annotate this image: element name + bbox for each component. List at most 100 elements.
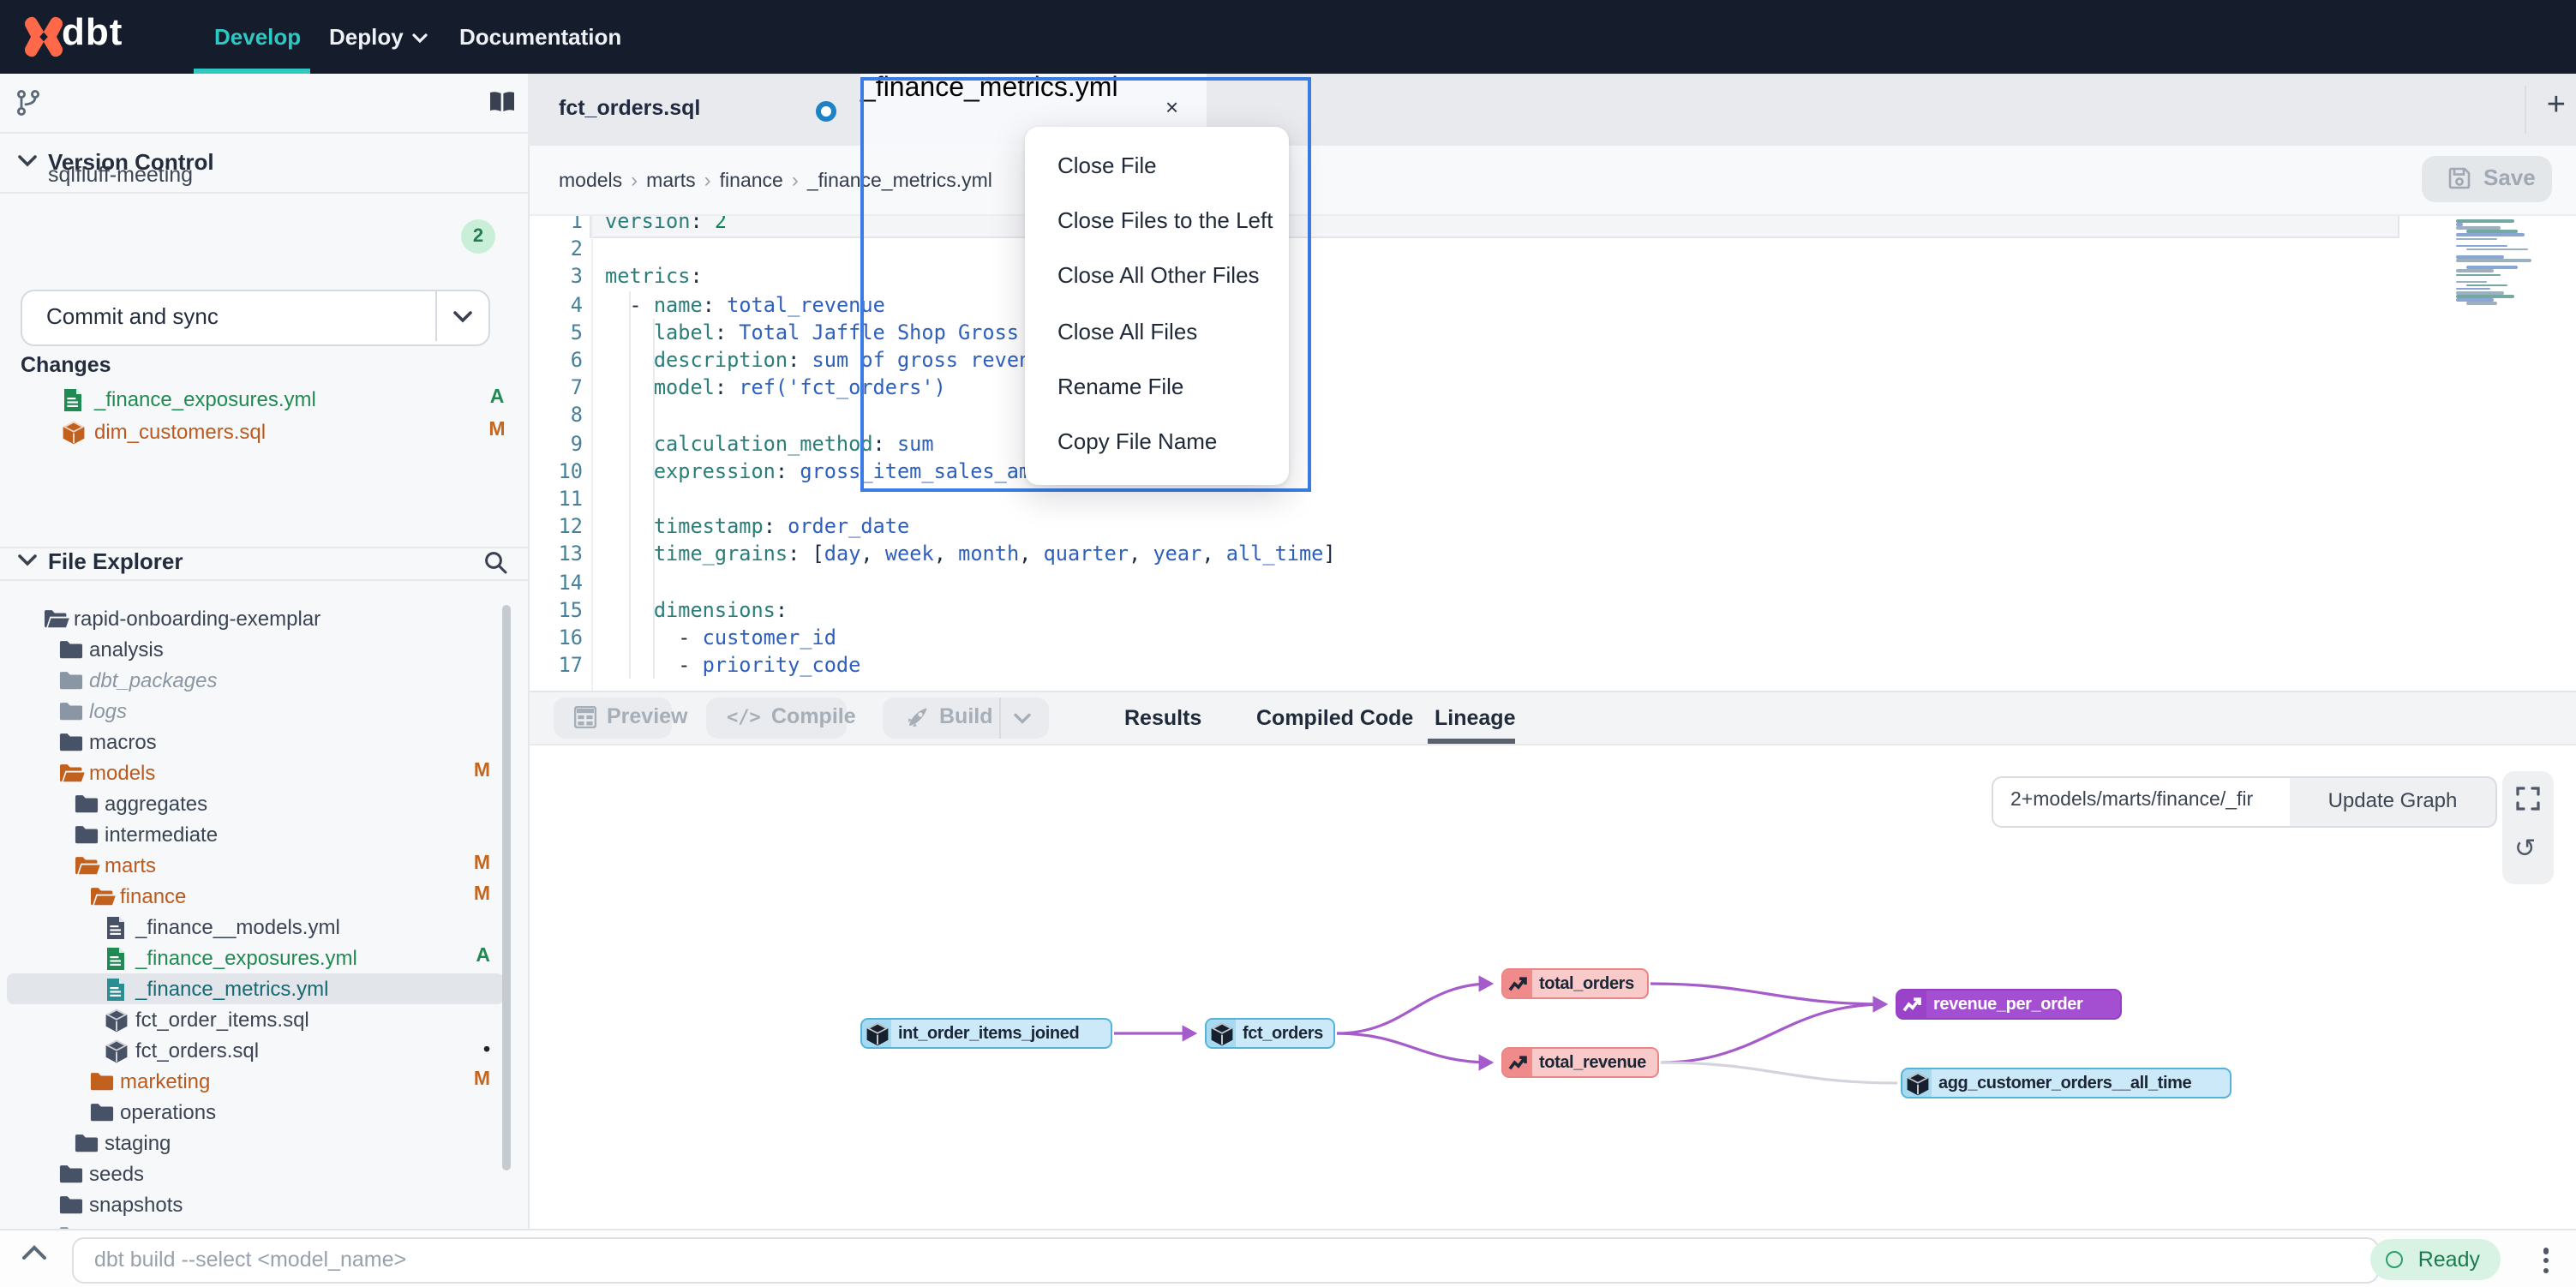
code-line-8[interactable]: 8 xyxy=(528,402,2576,429)
status-badge: Ready xyxy=(2370,1239,2501,1280)
menu-item-close-all-other-files[interactable]: Close All Other Files xyxy=(1025,249,1289,304)
tree-item-staging[interactable]: staging xyxy=(7,1128,504,1158)
code-line-14[interactable]: 14 xyxy=(528,568,2576,596)
code-line-17[interactable]: 17 - priority_code xyxy=(528,651,2576,679)
reset-view-icon[interactable]: ↺ xyxy=(2514,833,2536,864)
preview-button[interactable]: Preview xyxy=(554,697,672,739)
code-line-7[interactable]: 7 model: ref('fct_orders') xyxy=(528,374,2576,401)
breadcrumb-item[interactable]: finance xyxy=(720,171,783,192)
menu-item-close-files-to-the-left[interactable]: Close Files to the Left xyxy=(1025,194,1289,248)
tree-item-snapshots[interactable]: snapshots xyxy=(7,1189,504,1220)
code-line-1[interactable]: 1version: 2 xyxy=(528,214,2576,235)
line-number: 9 xyxy=(528,429,583,457)
tree-item-fct-orders-sql[interactable]: fct_orders.sql • xyxy=(7,1035,504,1066)
cube-icon xyxy=(105,1039,129,1064)
tree-item-fct-order-items-sql[interactable]: fct_order_items.sql xyxy=(7,1004,504,1035)
docs-book-icon[interactable] xyxy=(488,91,516,113)
search-icon[interactable] xyxy=(483,550,507,574)
tree-item--finance-metrics-yml[interactable]: _finance_metrics.yml xyxy=(7,973,504,1004)
preview-label: Preview xyxy=(607,704,688,728)
code-line-5[interactable]: 5 label: Total Jaffle Shop Gross Revenue xyxy=(528,319,2576,346)
tab-lineage[interactable]: Lineage xyxy=(1435,692,1516,744)
code-line-6[interactable]: 6 description: sum of gross revenue xyxy=(528,346,2576,374)
tree-item-rapid-onboarding-exemplar[interactable]: rapid-onboarding-exemplar xyxy=(7,603,504,634)
nav-active-underline xyxy=(194,69,310,74)
breadcrumb-item[interactable]: _finance_metrics.yml xyxy=(807,171,992,192)
code-text: calculation_method: sum xyxy=(605,429,934,457)
lineage-filter-input[interactable]: 2+models/marts/finance/_fir xyxy=(1992,776,2291,828)
close-tab-icon[interactable]: × xyxy=(1165,94,1178,120)
lineage-node-int_order_items_joined[interactable]: int_order_items_joined xyxy=(860,1018,1112,1049)
code-line-12[interactable]: 12 timestamp: order_date xyxy=(528,512,2576,540)
update-graph-button[interactable]: Update Graph xyxy=(2290,776,2497,828)
code-line-9[interactable]: 9 calculation_method: sum xyxy=(528,429,2576,457)
file-explorer-title[interactable]: File Explorer xyxy=(48,548,183,574)
tree-item--finance-models-yml[interactable]: _finance__models.yml xyxy=(7,912,504,943)
sidebar-scrollbar[interactable] xyxy=(502,605,511,1170)
new-tab-button[interactable]: + xyxy=(2547,87,2566,125)
change-row[interactable]: _finance_exposures.yml A xyxy=(0,384,528,416)
tree-item-marts[interactable]: marts M xyxy=(7,850,504,881)
build-options-chevron[interactable] xyxy=(1013,713,1032,725)
lineage-node-revenue_per_order[interactable]: revenue_per_order xyxy=(1896,989,2122,1020)
menu-item-rename-file[interactable]: Rename File xyxy=(1025,360,1289,415)
lineage-node-fct_orders[interactable]: fct_orders xyxy=(1205,1018,1335,1049)
lineage-node-total_revenue[interactable]: total_revenue xyxy=(1501,1047,1659,1078)
line-number: 17 xyxy=(528,651,583,679)
code-line-2[interactable]: 2 xyxy=(528,235,2576,262)
tree-item-models[interactable]: models M xyxy=(7,757,504,788)
code-text: - priority_code xyxy=(605,651,860,679)
command-input[interactable]: dbt build --select <model_name> xyxy=(72,1237,2379,1284)
tree-item-seeds[interactable]: seeds xyxy=(7,1158,504,1189)
compile-button[interactable]: </> Compile xyxy=(706,697,847,739)
code-line-3[interactable]: 3metrics: xyxy=(528,263,2576,290)
menu-item-close-file[interactable]: Close File xyxy=(1025,139,1289,194)
fullscreen-icon[interactable] xyxy=(2516,787,2540,811)
change-row[interactable]: dim_customers.sql M xyxy=(0,416,528,449)
build-button[interactable]: Build xyxy=(883,697,1049,739)
lineage-node-total_orders[interactable]: total_orders xyxy=(1501,968,1649,999)
tree-item--finance-exposures-yml[interactable]: _finance_exposures.yml A xyxy=(7,943,504,973)
lineage-edge xyxy=(1661,1063,1897,1083)
code-line-13[interactable]: 13 time_grains: [day, week, month, quart… xyxy=(528,541,2576,568)
tree-item-logs[interactable]: logs xyxy=(7,696,504,727)
tree-item-finance[interactable]: finance M xyxy=(7,881,504,912)
tree-item-target[interactable]: target xyxy=(7,1220,504,1229)
line-number: 3 xyxy=(528,263,583,290)
commit-and-sync-button[interactable]: Commit and sync xyxy=(21,290,490,346)
tree-item-analysis[interactable]: analysis xyxy=(7,634,504,665)
menu-item-copy-file-name[interactable]: Copy File Name xyxy=(1025,415,1289,470)
code-line-15[interactable]: 15 dimensions: xyxy=(528,596,2576,624)
chevron-down-icon[interactable] xyxy=(17,554,38,567)
kebab-menu-icon[interactable] xyxy=(2543,1244,2549,1277)
commit-options-chevron[interactable] xyxy=(435,291,488,341)
tab-compiled-code[interactable]: Compiled Code xyxy=(1256,692,1413,744)
minimap[interactable] xyxy=(2453,219,2559,308)
tree-item-operations[interactable]: operations xyxy=(7,1097,504,1128)
code-line-4[interactable]: 4 - name: total_revenue xyxy=(528,290,2576,318)
lineage-node-agg_customer_orders__all_time[interactable]: agg_customer_orders__all_time xyxy=(1901,1068,2232,1098)
nav-develop[interactable]: Develop xyxy=(214,0,301,74)
nav-documentation[interactable]: Documentation xyxy=(459,0,621,74)
commit-button-label: Commit and sync xyxy=(46,291,219,341)
tree-item-dbt-packages[interactable]: dbt_packages xyxy=(7,665,504,696)
breadcrumb-item[interactable]: marts xyxy=(646,171,696,192)
code-editor[interactable]: 1version: 223metrics:4 - name: total_rev… xyxy=(528,214,2576,691)
dbt-logo-icon[interactable] xyxy=(21,14,67,60)
tree-item-macros[interactable]: macros xyxy=(7,727,504,757)
chevron-up-icon[interactable] xyxy=(21,1244,48,1261)
tab-results[interactable]: Results xyxy=(1124,692,1201,744)
code-line-11[interactable]: 11 xyxy=(528,485,2576,512)
chevron-down-icon[interactable] xyxy=(17,154,38,168)
menu-item-close-all-files[interactable]: Close All Files xyxy=(1025,304,1289,359)
save-button[interactable]: Save xyxy=(2422,156,2552,202)
tab-fct-orders[interactable]: fct_orders.sql xyxy=(528,74,860,146)
tree-item-marketing[interactable]: marketing M xyxy=(7,1066,504,1097)
nav-deploy[interactable]: Deploy xyxy=(329,0,429,74)
code-line-16[interactable]: 16 - customer_id xyxy=(528,624,2576,651)
tree-item-intermediate[interactable]: intermediate xyxy=(7,819,504,850)
tree-item-aggregates[interactable]: aggregates xyxy=(7,788,504,819)
version-control-title[interactable]: Version Control xyxy=(48,149,214,175)
breadcrumb-item[interactable]: models xyxy=(559,171,622,192)
code-line-10[interactable]: 10 expression: gross_item_sales_amount xyxy=(528,458,2576,485)
